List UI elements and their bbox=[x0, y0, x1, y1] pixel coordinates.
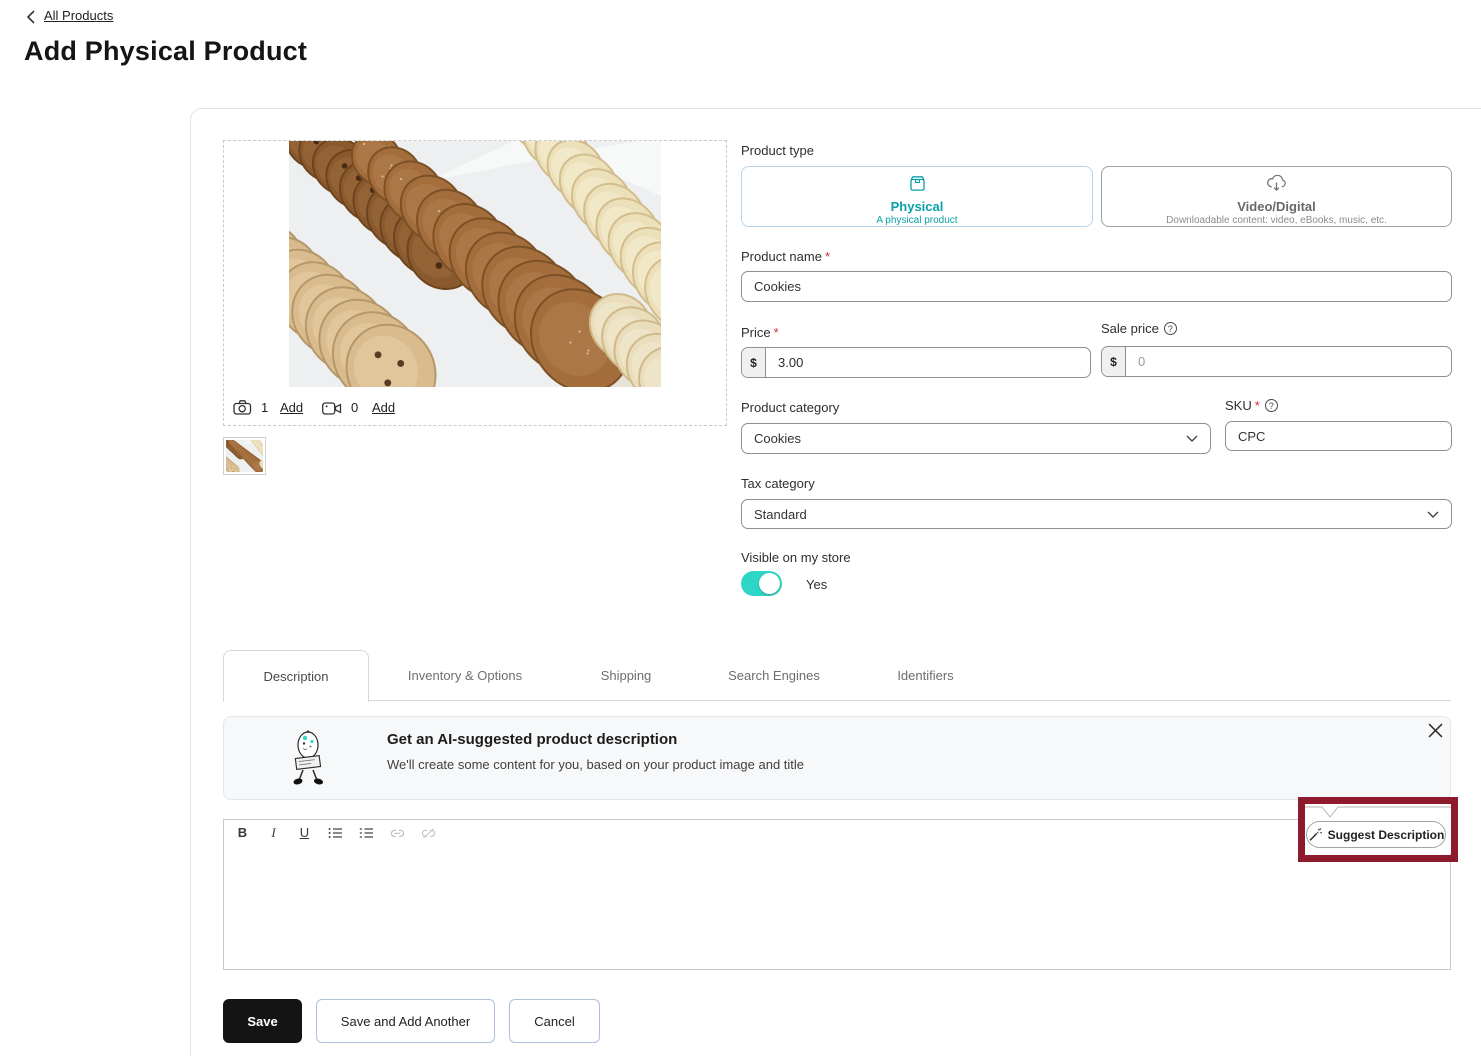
tab-label: Search Engines bbox=[728, 668, 820, 683]
toggle-knob bbox=[759, 573, 780, 594]
cancel-button[interactable]: Cancel bbox=[509, 999, 600, 1043]
ai-banner-subtitle: We'll create some content for you, based… bbox=[387, 757, 804, 772]
product-category-value: Cookies bbox=[754, 431, 801, 446]
tax-category-label: Tax category bbox=[741, 476, 815, 491]
product-type-digital[interactable]: Video/Digital Downloadable content: vide… bbox=[1101, 166, 1452, 227]
sku-label: SKU*? bbox=[1225, 398, 1278, 413]
price-input[interactable]: $ 3.00 bbox=[741, 347, 1091, 378]
page-title: Add Physical Product bbox=[24, 36, 307, 67]
tab-inventory-options[interactable]: Inventory & Options bbox=[369, 650, 561, 701]
product-type-label: Product type bbox=[741, 143, 814, 158]
required-asterisk: * bbox=[825, 249, 830, 264]
sku-value: CPC bbox=[1238, 429, 1265, 444]
save-and-add-another-button[interactable]: Save and Add Another bbox=[316, 999, 495, 1043]
chevron-down-icon bbox=[1427, 511, 1439, 518]
tax-category-select[interactable]: Standard bbox=[741, 499, 1452, 529]
currency-prefix: $ bbox=[742, 348, 766, 377]
visibility-label: Visible on my store bbox=[741, 550, 851, 565]
underline-button[interactable]: U bbox=[289, 820, 320, 846]
link-icon[interactable] bbox=[382, 829, 413, 838]
cloud-download-icon bbox=[1266, 175, 1287, 192]
save-button[interactable]: Save bbox=[223, 999, 302, 1043]
video-count: 0 bbox=[351, 400, 358, 415]
photo-count: 1 bbox=[261, 400, 268, 415]
product-name-input[interactable]: Cookies bbox=[741, 271, 1452, 302]
digital-title: Video/Digital bbox=[1102, 199, 1451, 214]
digital-subtitle: Downloadable content: video, eBooks, mus… bbox=[1102, 215, 1451, 226]
bullet-list-icon[interactable] bbox=[320, 827, 351, 839]
product-category-label: Product category bbox=[741, 400, 839, 415]
package-icon bbox=[909, 175, 926, 192]
photo-thumbnail-image bbox=[226, 440, 263, 472]
visibility-state: Yes bbox=[806, 577, 827, 592]
description-editor-body[interactable] bbox=[223, 846, 1451, 970]
help-icon[interactable]: ? bbox=[1164, 322, 1177, 335]
camera-icon bbox=[233, 399, 252, 415]
tax-category-value: Standard bbox=[754, 507, 807, 522]
ai-banner-title: Get an AI-suggested product description bbox=[387, 731, 677, 748]
physical-subtitle: A physical product bbox=[742, 215, 1092, 226]
add-photo-link[interactable]: Add bbox=[280, 400, 303, 415]
tab-identifiers[interactable]: Identifiers bbox=[857, 650, 994, 701]
sale-price-label: Sale price? bbox=[1101, 321, 1177, 336]
back-chevron-icon[interactable] bbox=[26, 10, 36, 24]
product-photo-cookies bbox=[289, 141, 661, 387]
tab-label: Shipping bbox=[601, 668, 652, 683]
product-name-label: Product name* bbox=[741, 249, 830, 264]
italic-button[interactable]: I bbox=[258, 820, 289, 846]
price-label: Price* bbox=[741, 325, 779, 340]
product-type-physical[interactable]: Physical A physical product bbox=[741, 166, 1093, 227]
unlink-icon[interactable] bbox=[413, 828, 444, 839]
sku-input[interactable]: CPC bbox=[1225, 421, 1452, 451]
tab-description[interactable]: Description bbox=[223, 650, 369, 702]
numbered-list-icon[interactable] bbox=[351, 827, 382, 839]
back-link[interactable]: All Products bbox=[44, 8, 113, 23]
price-value: 3.00 bbox=[766, 348, 1090, 377]
sale-price-value: 0 bbox=[1126, 347, 1451, 376]
tab-shipping[interactable]: Shipping bbox=[561, 650, 691, 701]
tab-search-engines[interactable]: Search Engines bbox=[691, 650, 857, 701]
required-asterisk: * bbox=[774, 325, 779, 340]
sale-price-input[interactable]: $ 0 bbox=[1101, 346, 1452, 377]
editor-toolbar: B I U bbox=[223, 819, 1451, 847]
video-camera-icon bbox=[322, 402, 342, 415]
tab-label: Description bbox=[263, 669, 328, 684]
magic-wand-icon bbox=[1308, 828, 1322, 842]
photo-thumbnail[interactable] bbox=[223, 437, 266, 475]
ai-mascot-illustration bbox=[289, 730, 329, 788]
visibility-toggle[interactable] bbox=[741, 571, 782, 596]
add-video-link[interactable]: Add bbox=[372, 400, 395, 415]
chevron-down-icon bbox=[1186, 435, 1198, 442]
close-icon[interactable] bbox=[1428, 723, 1443, 738]
bold-button[interactable]: B bbox=[227, 820, 258, 846]
physical-title: Physical bbox=[742, 199, 1092, 214]
add-product-page: All Products Add Physical Product 1 Add … bbox=[0, 0, 1481, 1056]
suggest-description-label: Suggest Description bbox=[1328, 828, 1445, 842]
tab-label: Identifiers bbox=[897, 668, 953, 683]
product-category-select[interactable]: Cookies bbox=[741, 423, 1211, 454]
product-name-value: Cookies bbox=[754, 279, 801, 294]
required-asterisk: * bbox=[1255, 398, 1260, 413]
help-icon[interactable]: ? bbox=[1265, 399, 1278, 412]
tab-label: Inventory & Options bbox=[408, 668, 522, 683]
currency-prefix: $ bbox=[1102, 347, 1126, 376]
suggest-description-button[interactable]: Suggest Description bbox=[1306, 821, 1446, 848]
